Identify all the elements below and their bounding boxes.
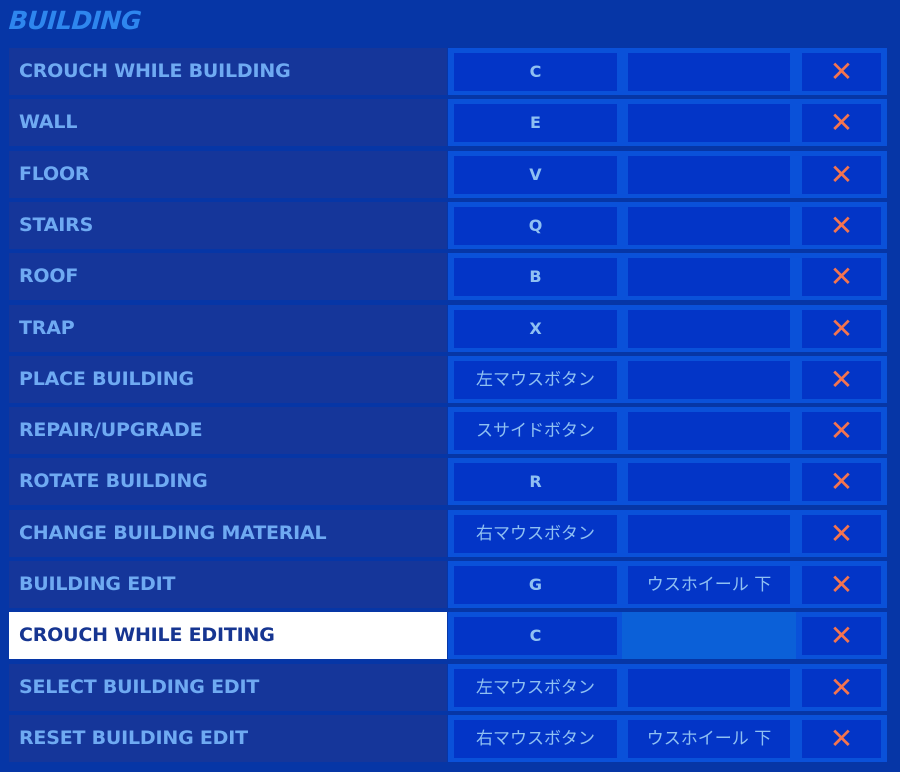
binding-keys-frame: X ✕ — [448, 304, 887, 352]
primary-key-button[interactable]: G — [454, 566, 617, 604]
binding-action-label[interactable]: RESET BUILDING EDIT — [9, 714, 447, 762]
primary-key-button[interactable]: 左マウスボタン — [454, 668, 617, 707]
primary-key-button[interactable]: 右マウスボタン — [454, 514, 617, 553]
binding-row[interactable]: STAIRS Q ✕ — [0, 201, 900, 250]
binding-row[interactable]: CHANGE BUILDING MATERIAL 右マウスボタン ✕ — [0, 509, 900, 558]
primary-key-button[interactable]: スサイドボタン — [454, 412, 617, 451]
secondary-key-button[interactable]: ウスホイール 下 — [628, 719, 790, 758]
binding-row[interactable]: TRAP X ✕ — [0, 304, 900, 353]
clear-binding-button[interactable]: ✕ — [802, 566, 881, 604]
close-x-icon: ✕ — [829, 670, 854, 704]
binding-row[interactable]: REPAIR/UPGRADE スサイドボタン ✕ — [0, 407, 900, 455]
clear-binding-button[interactable]: ✕ — [802, 309, 881, 348]
secondary-key-button[interactable] — [628, 155, 790, 194]
secondary-key-button[interactable] — [628, 668, 790, 707]
close-x-icon: ✕ — [829, 619, 854, 653]
binding-row[interactable]: CROUCH WHILE BUILDING C ✕ — [0, 48, 900, 96]
binding-action-label[interactable]: FLOOR — [9, 150, 447, 198]
binding-action-label[interactable]: CROUCH WHILE BUILDING — [9, 48, 447, 95]
close-x-icon: ✕ — [829, 311, 854, 345]
close-x-icon: ✕ — [829, 414, 854, 448]
binding-row[interactable]: WALL E ✕ — [0, 99, 900, 147]
primary-key-button[interactable]: R — [454, 463, 617, 502]
binding-keys-frame: 左マウスボタン ✕ — [448, 663, 887, 711]
close-x-icon: ✕ — [829, 157, 854, 191]
clear-binding-button[interactable]: ✕ — [802, 463, 881, 502]
secondary-key-button[interactable] — [628, 258, 790, 297]
secondary-key-button[interactable] — [628, 104, 790, 143]
close-x-icon: ✕ — [829, 465, 854, 499]
binding-keys-frame: R ✕ — [448, 458, 887, 506]
binding-action-label[interactable]: ROOF — [9, 253, 447, 301]
close-x-icon: ✕ — [829, 208, 854, 242]
binding-keys-frame: Q ✕ — [448, 201, 887, 249]
close-x-icon: ✕ — [829, 362, 854, 396]
primary-key-button[interactable]: B — [454, 258, 617, 297]
binding-row[interactable]: FLOOR V ✕ — [0, 150, 900, 199]
secondary-key-button[interactable] — [628, 206, 790, 245]
binding-keys-frame: G ウスホイール 下 ✕ — [448, 561, 887, 608]
binding-row[interactable]: ROOF B ✕ — [0, 253, 900, 301]
binding-action-label[interactable]: BUILDING EDIT — [9, 561, 447, 608]
primary-key-button[interactable]: Q — [454, 206, 617, 245]
clear-binding-button[interactable]: ✕ — [802, 719, 881, 758]
binding-keys-frame: C ✕ — [448, 48, 887, 95]
binding-row[interactable]: ROTATE BUILDING R ✕ — [0, 458, 900, 506]
secondary-key-button[interactable]: ウスホイール 下 — [628, 566, 790, 604]
clear-binding-button[interactable]: ✕ — [802, 104, 881, 143]
clear-binding-button[interactable]: ✕ — [802, 412, 881, 451]
secondary-key-button[interactable] — [628, 514, 790, 553]
clear-binding-button[interactable]: ✕ — [802, 206, 881, 245]
section-title: BUILDING — [7, 6, 143, 35]
primary-key-button[interactable]: C — [454, 53, 617, 91]
clear-binding-button[interactable]: ✕ — [802, 155, 881, 194]
close-x-icon: ✕ — [829, 106, 854, 140]
primary-key-button[interactable]: V — [454, 155, 617, 194]
close-x-icon: ✕ — [829, 260, 854, 294]
secondary-key-button[interactable] — [628, 463, 790, 502]
secondary-key-button[interactable] — [628, 360, 790, 399]
binding-keys-frame: スサイドボタン ✕ — [448, 407, 887, 455]
clear-binding-button[interactable]: ✕ — [802, 668, 881, 707]
binding-row[interactable]: BUILDING EDIT G ウスホイール 下 ✕ — [0, 561, 900, 609]
secondary-key-button[interactable] — [628, 53, 790, 91]
binding-keys-frame: 左マウスボタン ✕ — [448, 355, 887, 403]
binding-row[interactable]: CROUCH WHILE EDITING C ✕ — [0, 612, 900, 660]
primary-key-button[interactable]: C — [454, 617, 617, 656]
clear-binding-button[interactable]: ✕ — [802, 617, 881, 656]
secondary-key-button[interactable] — [628, 412, 790, 451]
binding-row[interactable]: PLACE BUILDING 左マウスボタン ✕ — [0, 355, 900, 404]
binding-action-label[interactable]: SELECT BUILDING EDIT — [9, 663, 447, 711]
secondary-key-button[interactable] — [628, 309, 790, 348]
binding-action-label[interactable]: STAIRS — [9, 201, 447, 249]
binding-keys-frame: V ✕ — [448, 150, 887, 198]
clear-binding-button[interactable]: ✕ — [802, 514, 881, 553]
binding-action-label[interactable]: TRAP — [9, 304, 447, 352]
primary-key-button[interactable]: X — [454, 309, 617, 348]
binding-keys-frame: B ✕ — [448, 253, 887, 301]
primary-key-button[interactable]: E — [454, 104, 617, 143]
binding-action-label[interactable]: PLACE BUILDING — [9, 355, 447, 403]
binding-keys-frame: E ✕ — [448, 99, 887, 147]
binding-action-label[interactable]: WALL — [9, 99, 447, 147]
binding-keys-frame: 右マウスボタン ✕ — [448, 509, 887, 557]
clear-binding-button[interactable]: ✕ — [802, 258, 881, 297]
close-x-icon: ✕ — [829, 516, 854, 550]
secondary-key-button[interactable] — [622, 612, 796, 660]
binding-row[interactable]: RESET BUILDING EDIT 右マウスボタン ウスホイール 下 ✕ — [0, 714, 900, 763]
clear-binding-button[interactable]: ✕ — [802, 53, 881, 91]
binding-action-label[interactable]: REPAIR/UPGRADE — [9, 407, 447, 455]
binding-action-label[interactable]: CHANGE BUILDING MATERIAL — [9, 509, 447, 557]
primary-key-button[interactable]: 左マウスボタン — [454, 360, 617, 399]
binding-keys-frame: C ✕ — [448, 612, 887, 660]
binding-keys-frame: 右マウスボタン ウスホイール 下 ✕ — [448, 714, 887, 762]
clear-binding-button[interactable]: ✕ — [802, 360, 881, 399]
close-x-icon: ✕ — [829, 568, 854, 601]
close-x-icon: ✕ — [829, 721, 854, 755]
primary-key-button[interactable]: 右マウスボタン — [454, 719, 617, 758]
binding-row[interactable]: SELECT BUILDING EDIT 左マウスボタン ✕ — [0, 663, 900, 712]
close-x-icon: ✕ — [829, 55, 854, 88]
binding-action-label[interactable]: ROTATE BUILDING — [9, 458, 447, 506]
binding-action-label[interactable]: CROUCH WHILE EDITING — [9, 612, 447, 660]
